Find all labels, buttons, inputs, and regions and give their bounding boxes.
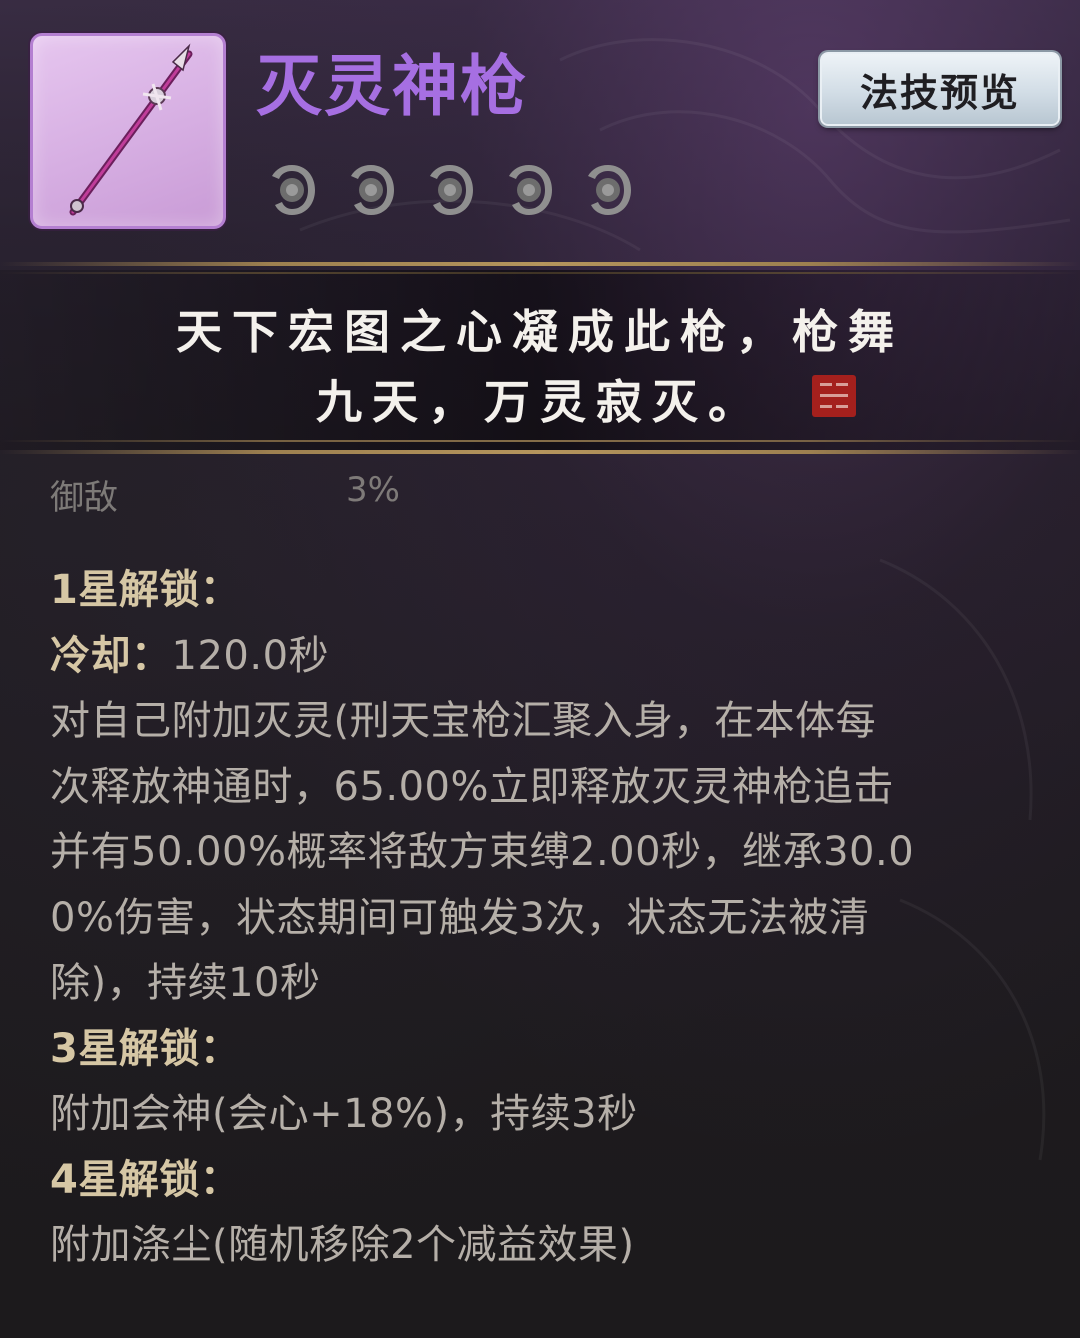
effect-text-line: 并有50.00%概率将敌方束缚2.00秒，继承30.0 bbox=[50, 829, 915, 875]
effect-text-line: 除)，持续10秒 bbox=[50, 960, 321, 1006]
star-slot-icon bbox=[503, 162, 555, 218]
red-seal-icon bbox=[812, 375, 856, 417]
flavor-text-line-2: 九天，万灵寂灭。 bbox=[316, 375, 764, 429]
skill-preview-button[interactable]: 法技预览 bbox=[820, 52, 1060, 126]
item-name: 灭灵神枪 bbox=[256, 48, 528, 125]
effect-text-line: 0%伤害，状态期间可触发3次，状态无法被清 bbox=[50, 894, 870, 941]
effect-text-line: 对自己附加灭灵(刑天宝枪汇聚入身，在本体每 bbox=[50, 698, 877, 744]
cooldown-line: 冷却：120.0秒 bbox=[50, 624, 1050, 690]
flavor-text-line-1: 天下宏图之心凝成此枪，枪舞 bbox=[176, 305, 904, 359]
effect-text-line: 次释放神通时，65.00%立即释放灭灵神枪追击 bbox=[50, 763, 895, 810]
cooldown-label: 冷却： bbox=[50, 632, 172, 679]
unlock-1-star-heading: 1星解锁： bbox=[50, 567, 241, 613]
partial-stat-name: 御敌 bbox=[50, 478, 118, 516]
star-slot-icon bbox=[266, 162, 318, 218]
star-slot-icon bbox=[345, 162, 397, 218]
star-slot-icon bbox=[424, 162, 476, 218]
skill-description: 1星解锁： 冷却：120.0秒 对自己附加灭灵(刑天宝枪汇聚入身，在本体每 次释… bbox=[50, 558, 1050, 1279]
star-slot-icon bbox=[582, 162, 634, 218]
unlock-4-star-effect: 附加涤尘(随机移除2个减益效果) bbox=[50, 1222, 635, 1268]
divider-bottom bbox=[0, 450, 1080, 454]
divider-top bbox=[0, 262, 1080, 266]
divider-bottom-inner bbox=[0, 440, 1080, 442]
item-icon-frame bbox=[30, 33, 226, 229]
unlock-3-star-heading: 3星解锁： bbox=[50, 1025, 241, 1072]
partial-stat-value: 3% bbox=[346, 470, 400, 510]
spear-icon bbox=[69, 43, 193, 216]
unlock-3-star-effect: 附加会神(会心+18%)，持续3秒 bbox=[50, 1091, 638, 1137]
item-tooltip-panel: 灭灵神枪 法技预览 天下宏图之心凝成此枪，枪舞 九天，万灵寂灭。 御敌 3% 1… bbox=[0, 0, 1080, 1338]
unlock-4-star-heading: 4星解锁： bbox=[50, 1156, 241, 1203]
cooldown-value: 120.0秒 bbox=[171, 632, 330, 679]
